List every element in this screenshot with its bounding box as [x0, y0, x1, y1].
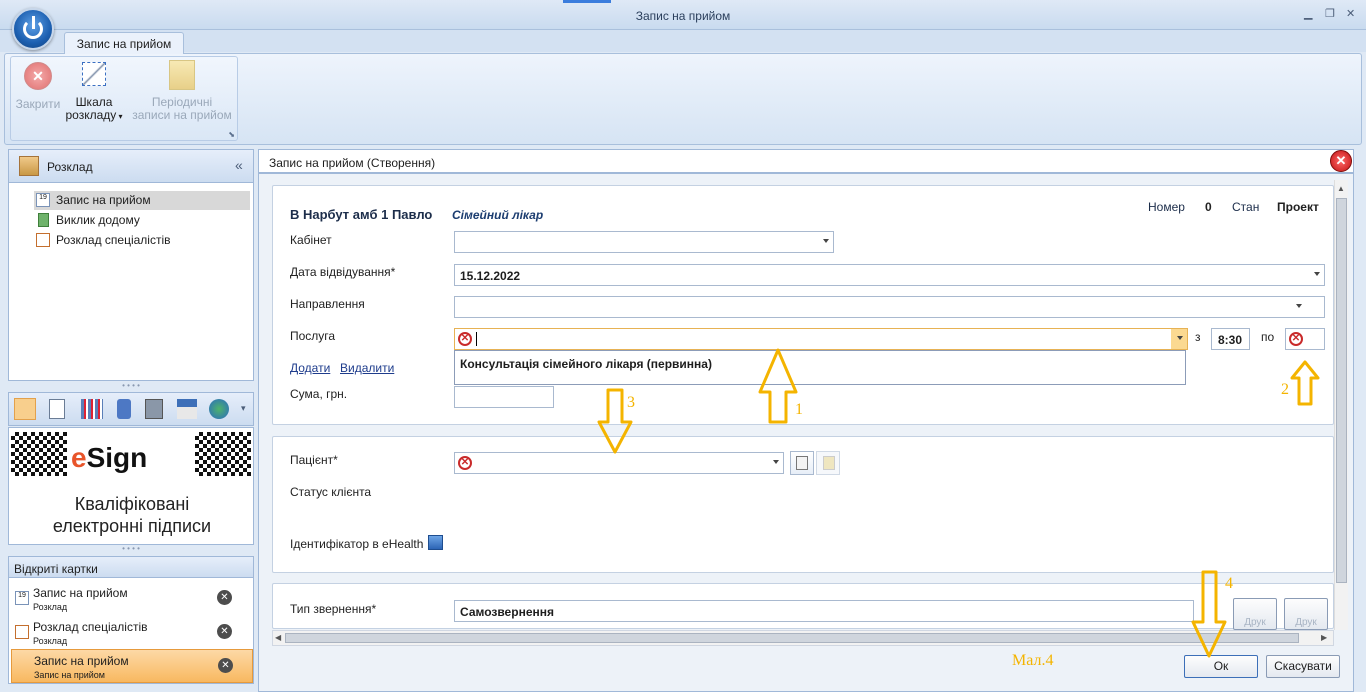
annotation-label-1: 1	[795, 401, 803, 418]
annotation-arrow-2	[1290, 360, 1320, 406]
annotation-label-2: 2	[1281, 381, 1289, 398]
annotation-label-3: 3	[627, 394, 635, 411]
annotation-arrow-4	[1191, 570, 1227, 658]
annotation-arrow-1	[758, 348, 798, 424]
power-line	[32, 16, 35, 29]
app-menu-button[interactable]	[12, 8, 54, 50]
annotation-overlay	[597, 348, 1320, 658]
annotation-label-4: 4	[1225, 575, 1233, 592]
figure-caption: Мал.4	[1012, 652, 1054, 669]
